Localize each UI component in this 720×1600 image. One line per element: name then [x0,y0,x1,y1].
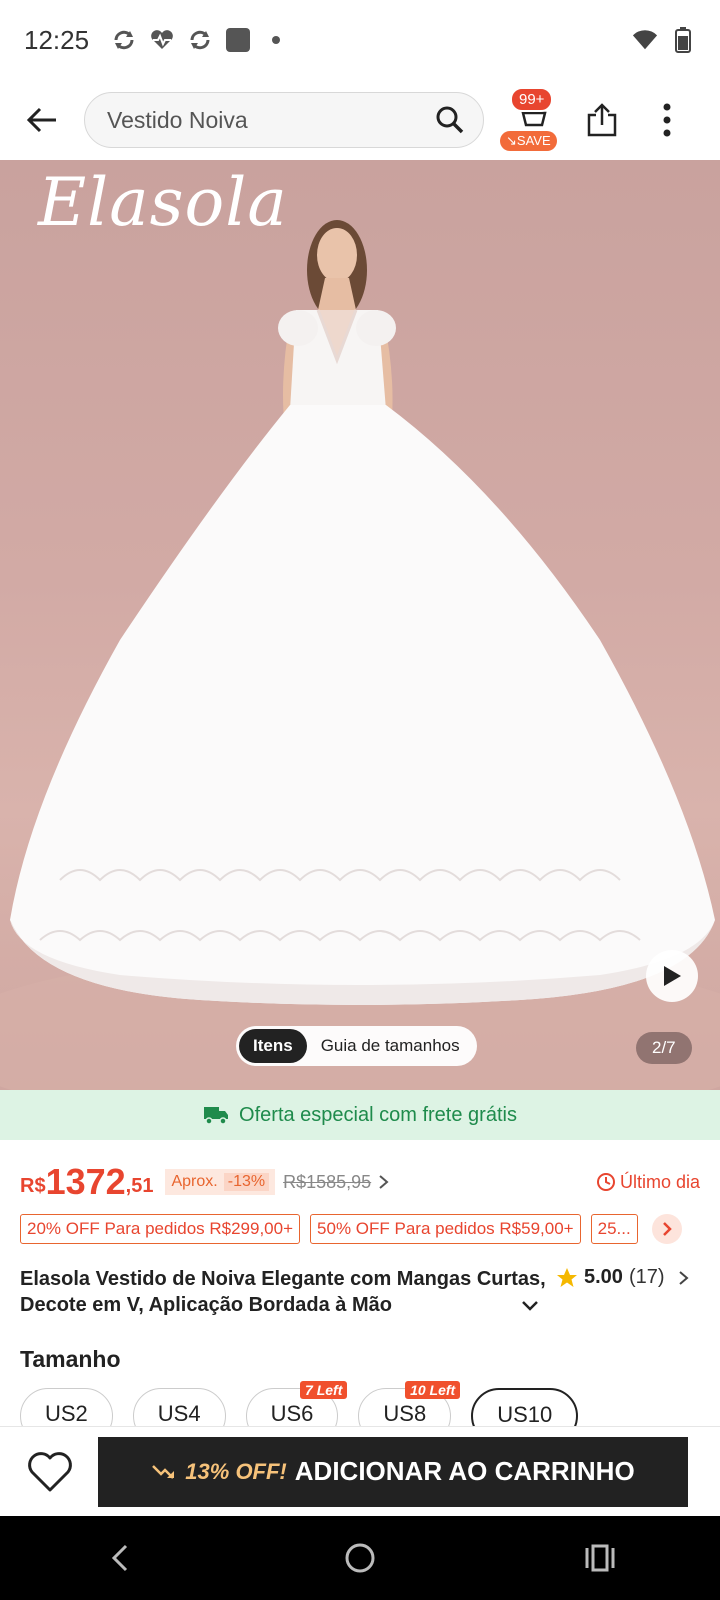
save-badge: ↘SAVE [500,131,557,151]
home-circle-icon [345,1543,375,1573]
share-button[interactable] [572,90,632,150]
size-option-us8[interactable]: US8 10 Left [358,1381,461,1428]
size-label: US2 [45,1401,88,1426]
tab-size-guide[interactable]: Guia de tamanhos [307,1029,474,1063]
trend-down-icon [152,1464,175,1479]
coupon-row: 20% OFF Para pedidos R$299,00+ 50% OFF P… [20,1214,720,1244]
tab-items[interactable]: Itens [239,1029,307,1063]
battery-icon [670,27,696,53]
system-home-button[interactable] [330,1528,390,1588]
more-options-button[interactable] [642,90,692,150]
price-currency: R$ [20,1174,46,1197]
size-section-label: Tamanho [20,1346,121,1372]
truck-icon [204,1107,229,1125]
review-count: (17) [628,1266,665,1288]
size-option-us4[interactable]: US4 [132,1388,226,1428]
size-options: US2 US4 US6 7 Left US8 10 Left US10 [20,1374,720,1428]
deadline-text: Último dia [619,1171,700,1192]
system-recents-button[interactable] [570,1528,630,1588]
top-navigation: Vestido Noiva 99+ ↘SAVE [0,80,720,160]
heart-icon [28,1451,72,1491]
search-input[interactable]: Vestido Noiva [84,92,484,148]
coupon-20-off[interactable]: 20% OFF Para pedidos R$299,00+ [20,1214,301,1244]
approx-discount-tag: Aprox. -13% [165,1169,276,1195]
price-integer: 1372 [45,1161,126,1202]
chevron-right-icon [662,1222,672,1236]
back-button[interactable] [12,90,72,150]
sync-icon [111,27,137,53]
size-label: US4 [157,1401,201,1426]
coupon-25-off[interactable]: 25... [590,1214,638,1244]
size-label: US8 [383,1401,427,1426]
play-icon [664,966,681,986]
add-to-cart-discount: 13% OFF! [185,1458,287,1484]
gallery-tab-switcher: Itens Guia de tamanhos [236,1026,477,1066]
title-fade [440,1292,520,1318]
stock-left-tag: 10 Left [405,1381,461,1399]
chevron-right-icon [678,1270,689,1285]
price-cents: ,51 [125,1174,154,1197]
play-video-button[interactable] [646,950,698,1002]
search-icon[interactable] [435,105,465,135]
rating-summary[interactable]: 5.00 (17) [556,1266,691,1289]
rating-value: 5.00 [584,1266,623,1288]
approx-label: Aprox. [171,1173,218,1190]
add-to-cart-label: ADICIONAR AO CARRINHO [294,1456,635,1486]
chevron-left-icon [111,1544,128,1572]
system-back-button[interactable] [90,1528,150,1588]
dot-icon [263,27,289,53]
price-row: R$ 1372 ,51 Aprox. -13% R$1585,95 Último… [20,1160,700,1204]
sync-icon-2 [187,27,213,53]
star-icon [557,1267,577,1287]
original-price: R$1585,95 [283,1171,372,1192]
recents-icon [585,1544,615,1572]
product-image-gallery[interactable]: Elasola Itens Guia de tamanhos 2/7 [0,160,720,1090]
wifi-icon [632,27,658,53]
add-to-cart-button[interactable]: 13% OFF! ADICIONAR AO CARRINHO [98,1436,688,1507]
status-notification-icons [111,27,289,53]
app-square-icon [225,27,251,53]
brand-logo: Elasola [38,164,288,241]
share-icon [587,103,617,137]
free-shipping-banner[interactable]: Oferta especial com frete grátis [0,1090,720,1140]
chevron-down-icon[interactable] [518,1294,542,1318]
arrow-left-icon [26,107,56,133]
more-coupons-button[interactable] [651,1214,682,1244]
save-label: SAVE [516,133,551,148]
health-heart-icon [149,27,175,53]
discount-percent: -13% [223,1173,270,1191]
size-option-us2[interactable]: US2 [20,1388,113,1428]
status-bar: 12:25 [0,0,720,80]
clock-icon [596,1173,615,1191]
promo-text: Oferta especial com frete grátis [239,1103,517,1126]
coupon-50-off[interactable]: 50% OFF Para pedidos R$59,00+ [310,1214,581,1244]
bottom-action-bar: 13% OFF! ADICIONAR AO CARRINHO [0,1426,720,1516]
wishlist-button[interactable] [20,1442,80,1502]
size-label: US10 [497,1402,553,1427]
system-navigation-bar [0,1516,720,1600]
size-label: US6 [270,1401,314,1426]
search-value: Vestido Noiva [107,106,248,133]
image-counter: 2/7 [636,1032,692,1064]
deadline-indicator: Último dia [596,1172,700,1193]
more-vertical-icon [663,103,671,137]
status-time: 12:25 [24,24,90,55]
size-option-us10[interactable]: US10 [471,1388,579,1428]
stock-left-tag: 7 Left [300,1381,348,1399]
size-option-us6[interactable]: US6 7 Left [245,1381,348,1428]
cart-button[interactable]: 99+ ↘SAVE [496,85,566,155]
chevron-right-icon[interactable] [377,1173,391,1191]
cart-count-badge: 99+ [510,87,554,112]
product-photo [0,220,720,1090]
